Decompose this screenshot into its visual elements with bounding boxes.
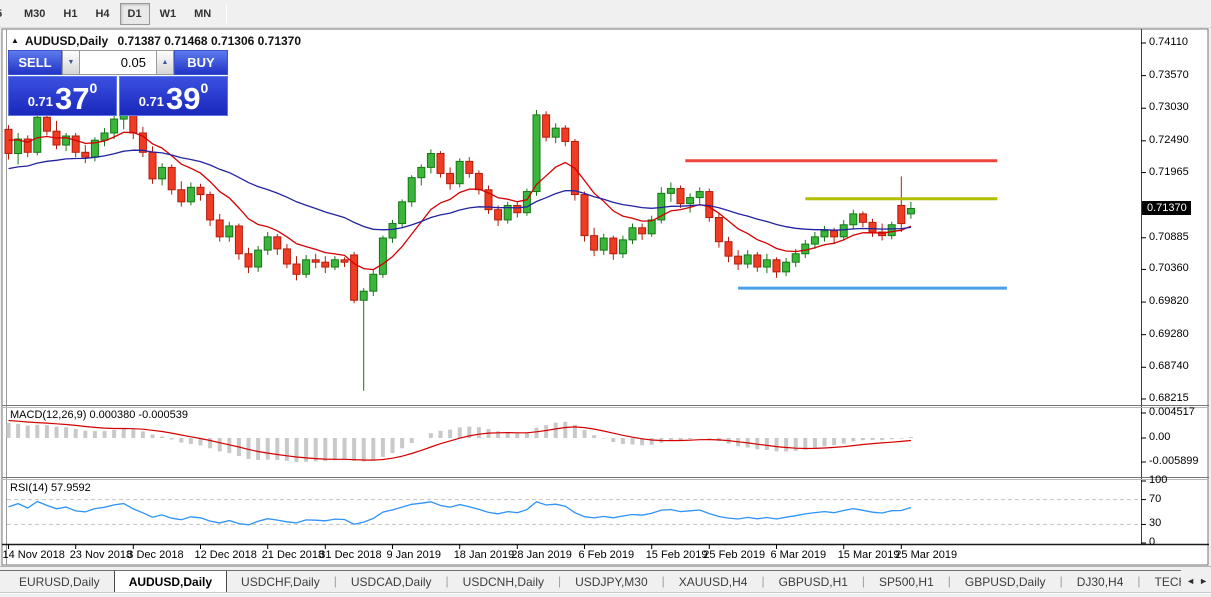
volume-decrease-button[interactable]: ▼ (62, 50, 80, 75)
buy-price-big: 39 (166, 80, 201, 116)
chart-tab-usdjpy-m30[interactable]: USDJPY,M30 (561, 571, 661, 592)
date-axis-label: 3 Dec 2018 (127, 549, 184, 561)
date-axis-label: 15 Feb 2019 (645, 549, 708, 561)
rsi-scale-label: 100 (1149, 474, 1168, 486)
chart-window: ▲ AUDUSD,Daily 0.71387 0.71468 0.71306 0… (0, 28, 1211, 566)
macd-scale-label: -0.005899 (1149, 455, 1199, 467)
date-axis-label: 28 Jan 2019 (511, 549, 572, 561)
tabs-scroll-right-icon[interactable]: ► (1199, 575, 1208, 587)
price-scale-label: 0.70885 (1149, 230, 1189, 243)
date-axis-label: 21 Dec 2018 (261, 549, 325, 561)
chart-tab-audusd-daily[interactable]: AUDUSD,Daily (113, 571, 228, 592)
mt4-terminal: { "toolbar": { "items": ["5","M30","H1",… (0, 0, 1211, 597)
timeframe-toolbar: 5M30H1H4D1W1MN (0, 0, 1211, 28)
macd-scale-label: 0.004517 (1149, 406, 1195, 418)
date-axis-label: 15 Mar 2019 (837, 549, 900, 561)
spinner-down-icon: ▼ (67, 59, 75, 66)
chart-tabs-bar: EURUSD,Daily AUDUSD,Daily USDCHF,Daily | USD… (0, 566, 1211, 597)
date-axis-label: 25 Feb 2019 (703, 549, 766, 561)
timeframe-button-5[interactable]: 5 (0, 3, 14, 25)
buy-price-sup: 0 (200, 80, 209, 96)
price-scale-label: 0.68215 (1149, 391, 1189, 404)
chart-tab-gbpusd-h1[interactable]: GBPUSD,H1 (765, 571, 862, 592)
collapse-arrow-icon[interactable]: ▲ (11, 36, 19, 45)
buy-price-panel[interactable]: 0.71 39 0 (119, 76, 228, 116)
price-scale-label: 0.73570 (1149, 68, 1189, 81)
timeframe-button-d1[interactable]: D1 (119, 2, 150, 25)
macd-scale-label: 0.00 (1149, 431, 1171, 443)
price-scale-label: 0.69820 (1149, 295, 1189, 308)
date-axis-label: 18 Jan 2019 (453, 549, 515, 561)
chart-tab-xauusd-h4[interactable]: XAUUSD,H4 (665, 571, 762, 592)
chart-tabs: EURUSD,Daily AUDUSD,Daily USDCHF,Daily | USD… (0, 570, 1181, 592)
spinner-up-icon: ▲ (161, 59, 169, 66)
sell-price-big: 37 (55, 80, 90, 116)
price-scale-label: 0.71965 (1149, 165, 1189, 178)
chart-tab-dj30-h4[interactable]: DJ30,H4 (1063, 571, 1138, 592)
date-axis-label: 14 Nov 2018 (2, 549, 65, 561)
rsi-scale-label: 0 (1149, 536, 1156, 548)
current-price-badge: 0.71370 (1142, 201, 1191, 216)
chart-symbol-label: AUDUSD,Daily (24, 34, 109, 48)
sell-button[interactable]: SELL (8, 50, 62, 75)
date-axis-label: 6 Feb 2019 (578, 549, 635, 561)
chart-tab-eurusd-daily[interactable]: EURUSD,Daily (5, 571, 114, 592)
rsi-scale-label: 30 (1149, 517, 1162, 530)
buy-button[interactable]: BUY (174, 50, 228, 75)
macd-label: MACD(12,26,9) 0.000380 -0.000539 (10, 409, 188, 421)
timeframe-button-w1[interactable]: W1 (152, 3, 185, 25)
chart-tab-usdcad-daily[interactable]: USDCAD,Daily (337, 571, 446, 592)
price-scale-label: 0.74110 (1149, 36, 1188, 48)
buy-price-prefix: 0.71 (138, 94, 165, 109)
price-scale-label: 0.72490 (1149, 133, 1189, 146)
toolbar-separator (226, 3, 228, 24)
rsi-scale-label: 70 (1149, 492, 1162, 505)
timeframe-button-m30[interactable]: M30 (16, 3, 53, 25)
date-axis-label: 12 Dec 2018 (194, 549, 257, 561)
price-scale-label: 0.68740 (1149, 360, 1189, 373)
date-axis-label: 31 Dec 2018 (319, 549, 382, 561)
tabs-scroll-left-icon[interactable]: ◄ (1186, 575, 1195, 587)
chart-ohlc-values: 0.71387 0.71468 0.71306 0.71370 (117, 34, 302, 48)
timeframe-button-mn[interactable]: MN (186, 3, 219, 25)
date-axis-label: 25 Mar 2019 (895, 549, 958, 561)
date-axis-label: 9 Jan 2019 (386, 549, 441, 561)
timeframe-button-h4[interactable]: H4 (87, 3, 117, 25)
chart-tab-sp500-h1[interactable]: SP500,H1 (865, 571, 948, 592)
timeframe-button-h1[interactable]: H1 (55, 3, 85, 25)
sell-price-panel[interactable]: 0.71 37 0 (8, 76, 117, 116)
chart-tab-usdchf-daily[interactable]: USDCHF,Daily (227, 571, 334, 592)
price-scale-label: 0.70360 (1149, 262, 1189, 275)
date-axis-label: 23 Nov 2018 (69, 549, 133, 561)
price-scale-label: 0.69280 (1149, 327, 1189, 340)
chart-tab-tech100-h1[interactable]: TECH100,H1 (1141, 571, 1182, 592)
sell-price-prefix: 0.71 (27, 94, 54, 109)
one-click-trading-widget: SELL ▼ ▲ BUY 0.71 37 0 0.71 39 0 (8, 50, 228, 116)
date-axis-label: 6 Mar 2019 (770, 549, 827, 561)
chart-header: ▲ AUDUSD,Daily 0.71387 0.71468 0.71306 0… (11, 34, 301, 48)
sell-price-sup: 0 (89, 80, 98, 96)
volume-input[interactable] (80, 50, 156, 75)
volume-increase-button[interactable]: ▲ (156, 50, 174, 75)
chart-tab-usdcnh-daily[interactable]: USDCNH,Daily (449, 571, 558, 592)
rsi-label: RSI(14) 57.9592 (10, 482, 91, 494)
tab-scroll-arrows: ◄ ► (1186, 575, 1208, 587)
price-scale-label: 0.73030 (1149, 101, 1189, 114)
chart-tab-gbpusd-daily[interactable]: GBPUSD,Daily (951, 571, 1060, 592)
